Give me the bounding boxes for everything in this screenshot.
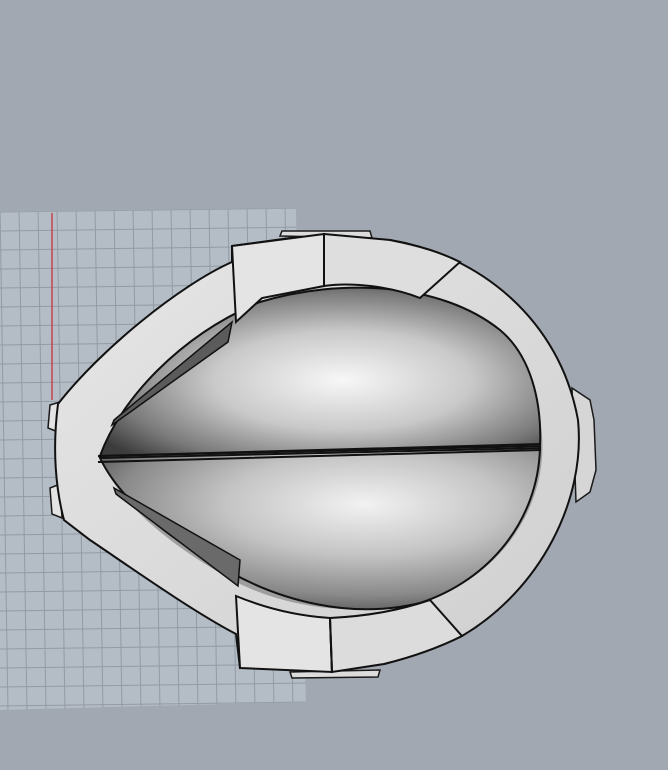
rhino-perspective-viewport[interactable]	[0, 0, 668, 770]
viewport-canvas[interactable]	[0, 0, 668, 770]
